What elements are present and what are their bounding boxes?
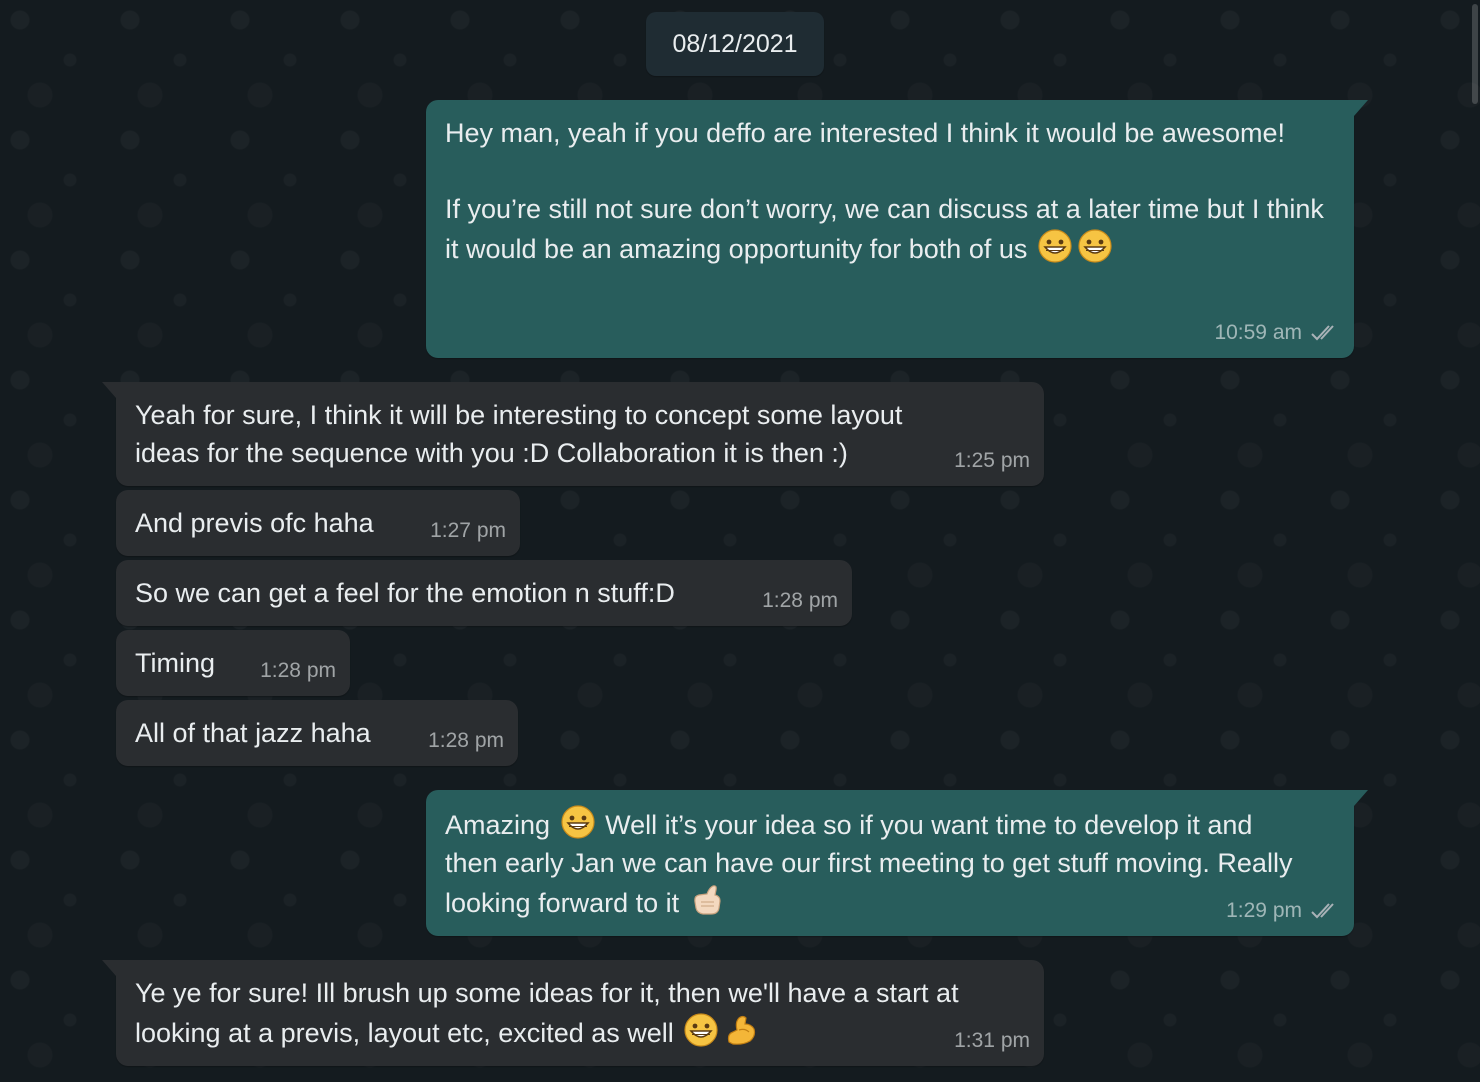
- message-time: 1:27 pm: [430, 519, 506, 542]
- message-incoming[interactable]: Ye ye for sure! Ill brush up some ideas …: [102, 960, 1044, 1066]
- grinning-face-icon: [684, 1013, 718, 1047]
- message-meta: 1:25 pm: [954, 442, 1030, 480]
- message-outgoing[interactable]: Hey man, yeah if you deffo are intereste…: [426, 100, 1368, 358]
- message-incoming[interactable]: Timing 1:28 pm: [116, 630, 350, 696]
- message-outgoing[interactable]: Amazing Well it’s your idea so if you wa…: [426, 790, 1368, 936]
- message-meta: 1:29 pm: [1226, 892, 1340, 930]
- message-text: Yeah for sure, I think it will be intere…: [135, 400, 910, 468]
- call-me-hand-icon: [693, 885, 721, 915]
- message-meta: 1:28 pm: [428, 722, 504, 760]
- grinning-face-icon: [1078, 229, 1112, 263]
- message-meta: 1:28 pm: [260, 652, 336, 690]
- date-chip: 08/12/2021: [646, 12, 824, 76]
- message-text: Ye ye for sure! Ill brush up some ideas …: [135, 978, 967, 1048]
- message-incoming[interactable]: Yeah for sure, I think it will be intere…: [102, 382, 1044, 486]
- flexed-biceps-icon: [728, 1015, 756, 1045]
- double-check-icon: [1310, 323, 1340, 343]
- message-time: 1:28 pm: [260, 659, 336, 682]
- message-meta: 1:27 pm: [430, 512, 506, 550]
- message-incoming[interactable]: So we can get a feel for the emotion n s…: [116, 560, 852, 626]
- chat-pane[interactable]: 08/12/2021 Hey man, yeah if you deffo ar…: [0, 0, 1480, 1082]
- message-text: Hey man, yeah if you deffo are intereste…: [445, 118, 1332, 264]
- message-time: 1:29 pm: [1226, 899, 1302, 922]
- scrollbar[interactable]: [1472, 4, 1478, 104]
- message-time: 1:25 pm: [954, 449, 1030, 472]
- message-text: So we can get a feel for the emotion n s…: [135, 578, 675, 608]
- message-time: 1:28 pm: [428, 729, 504, 752]
- message-meta: 10:59 am: [1214, 314, 1340, 352]
- message-meta: 1:28 pm: [762, 582, 838, 620]
- message-meta: 1:31 pm: [954, 1022, 1030, 1060]
- message-time: 1:31 pm: [954, 1029, 1030, 1052]
- grinning-face-icon: [560, 805, 595, 839]
- message-time: 1:28 pm: [762, 589, 838, 612]
- grinning-face-icon: [1038, 229, 1072, 263]
- double-check-icon: [1310, 901, 1340, 921]
- message-time: 10:59 am: [1214, 321, 1302, 344]
- message-incoming[interactable]: And previs ofc haha 1:27 pm: [116, 490, 520, 556]
- message-incoming[interactable]: All of that jazz haha 1:28 pm: [116, 700, 518, 766]
- message-text: Amazing Well it’s your idea so if you wa…: [445, 804, 1336, 922]
